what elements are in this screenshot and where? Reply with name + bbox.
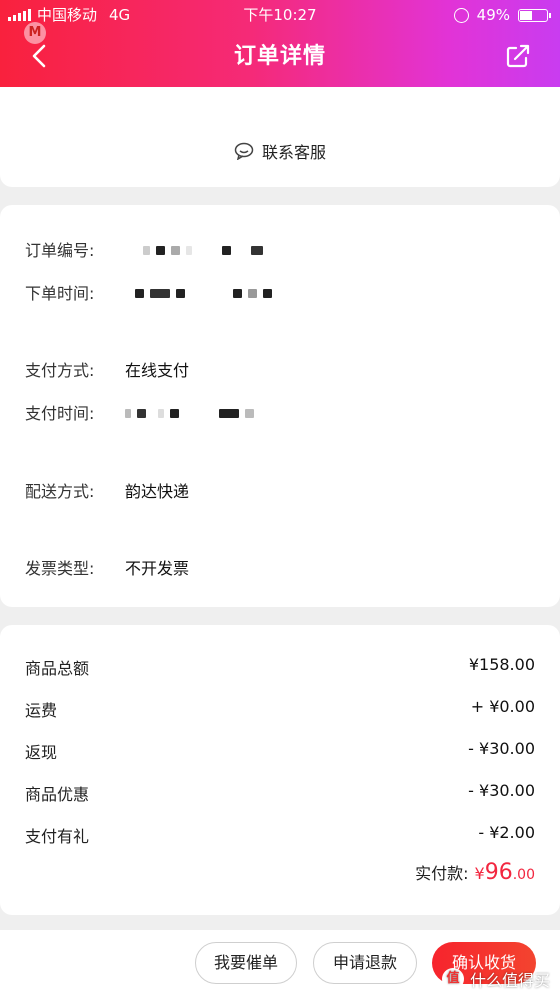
- payment-method-value: 在线支付: [125, 361, 190, 380]
- price-value: - ¥2.00: [478, 823, 535, 842]
- delivery-row: 配送方式: 韵达快递: [25, 478, 189, 502]
- order-time-redacted: [135, 283, 278, 302]
- price-row: 运费 + ¥0.00: [25, 697, 535, 721]
- price-value: - ¥30.00: [468, 739, 535, 758]
- price-label: 商品优惠: [25, 785, 90, 804]
- price-label: 运费: [25, 701, 58, 720]
- watermark-badge: 值: [441, 968, 464, 990]
- delivery-value: 韵达快递: [125, 482, 190, 501]
- order-time-row: 下单时间:: [25, 280, 278, 304]
- price-row: 商品总额 ¥158.00: [25, 655, 535, 679]
- order-info-card: 订单编号: 下单时间: 支付方式: 在线支付 支付时间: 配送方式: 韵达快递 …: [0, 205, 560, 607]
- order-number-row: 订单编号:: [25, 237, 269, 261]
- price-value: + ¥0.00: [470, 697, 535, 716]
- price-row: 支付有礼 - ¥2.00: [25, 823, 535, 847]
- payment-time-label: 支付时间:: [25, 404, 95, 423]
- refund-button[interactable]: 申请退款: [313, 942, 417, 984]
- contact-service-label: 联系客服: [261, 143, 326, 162]
- invoice-label: 发票类型:: [25, 559, 95, 578]
- header-bar: 中国移动 4G 下午10:27 49% M 订单详情: [0, 0, 560, 87]
- service-card: 联系客服: [0, 87, 560, 187]
- price-row: 商品优惠 - ¥30.00: [25, 781, 535, 805]
- order-time-label: 下单时间:: [25, 284, 95, 303]
- total-decimal: .00: [512, 867, 535, 883]
- total-integer: 96: [484, 860, 513, 885]
- bottom-action-bar: 我要催单 申请退款 确认收货 值 什么值得买: [0, 930, 560, 997]
- urge-order-button[interactable]: 我要催单: [195, 942, 297, 984]
- price-value: - ¥30.00: [468, 781, 535, 800]
- price-card: 商品总额 ¥158.00 运费 + ¥0.00 返现 - ¥30.00 商品优惠…: [0, 625, 560, 915]
- contact-service-button[interactable]: 联系客服: [0, 139, 560, 163]
- status-right: 49%: [453, 0, 551, 30]
- payment-method-label: 支付方式:: [25, 361, 95, 380]
- price-label: 返现: [25, 743, 58, 762]
- watermark-text: 什么值得买: [469, 971, 550, 990]
- page-title: 订单详情: [233, 44, 326, 69]
- payment-time-redacted: [125, 403, 260, 422]
- total-currency: ¥: [474, 864, 485, 883]
- battery-level: [520, 10, 532, 20]
- chat-icon: [234, 142, 254, 160]
- invoice-value: 不开发票: [125, 559, 190, 578]
- battery-percent: 49%: [476, 6, 510, 24]
- invoice-row: 发票类型: 不开发票: [25, 555, 189, 579]
- delivery-label: 配送方式:: [25, 482, 95, 501]
- share-icon[interactable]: [504, 42, 532, 70]
- price-label: 商品总额: [25, 659, 90, 678]
- price-row: 返现 - ¥30.00: [25, 739, 535, 763]
- watermark: 值 什么值得买: [441, 967, 550, 991]
- payment-method-row: 支付方式: 在线支付: [25, 357, 189, 381]
- total-paid: 实付款: ¥96.00: [415, 860, 535, 885]
- order-number-label: 订单编号:: [25, 241, 95, 260]
- rotation-lock-icon: [453, 7, 469, 23]
- price-value: ¥158.00: [468, 655, 535, 674]
- battery-icon: [518, 8, 551, 22]
- price-label: 支付有礼: [25, 827, 90, 846]
- status-bar: 中国移动 4G 下午10:27 49%: [0, 0, 560, 30]
- payment-time-row: 支付时间:: [25, 400, 260, 424]
- order-number-redacted: [143, 240, 269, 259]
- total-amount: ¥96.00: [475, 860, 535, 885]
- total-label: 实付款:: [415, 864, 469, 883]
